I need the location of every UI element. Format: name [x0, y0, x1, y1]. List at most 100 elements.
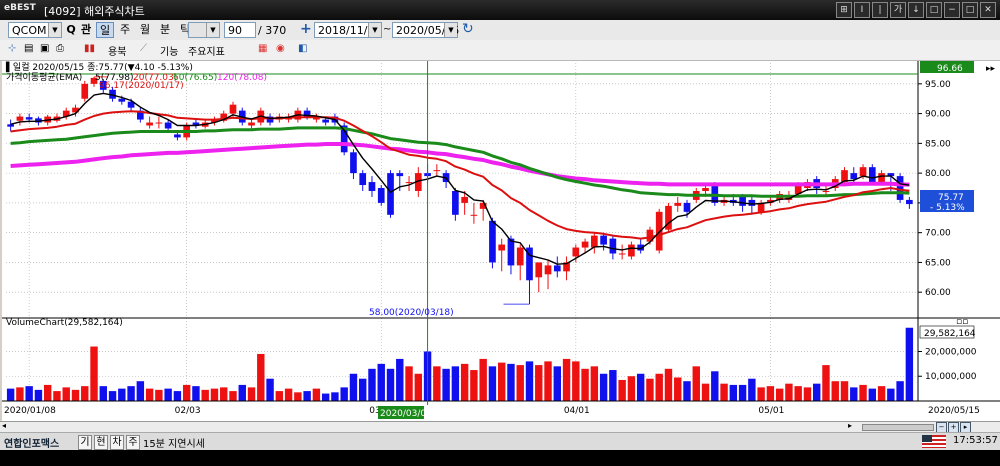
volume-bar[interactable]: [62, 387, 70, 401]
volume-bar[interactable]: [108, 391, 117, 401]
volume-bar[interactable]: [25, 386, 33, 401]
volume-bar[interactable]: [266, 378, 274, 401]
status-button-3[interactable]: 차: [110, 435, 124, 450]
volume-bar[interactable]: [164, 388, 172, 401]
volume-bar[interactable]: [562, 358, 571, 401]
window-button-3[interactable]: |: [872, 2, 888, 18]
function-menu[interactable]: 기능: [160, 43, 178, 58]
candle-body[interactable]: [859, 167, 867, 177]
volume-panel-buttons[interactable]: ▫▫: [956, 317, 968, 327]
minimize-button[interactable]: −: [944, 2, 960, 18]
window-toggle-icon[interactable]: ◧: [298, 43, 307, 54]
lookup-button[interactable]: 관: [78, 22, 94, 38]
volume-bar[interactable]: [822, 365, 830, 401]
volume-bar[interactable]: [99, 386, 107, 401]
candle-body[interactable]: [164, 122, 172, 129]
count-input[interactable]: 90: [224, 22, 256, 38]
volume-bar[interactable]: [127, 386, 135, 401]
volume-bar[interactable]: [6, 388, 15, 401]
volume-bar[interactable]: [192, 386, 200, 401]
scroll-right-icon[interactable]: ▸: [848, 421, 852, 430]
candle-body[interactable]: [553, 265, 561, 272]
volume-bar[interactable]: [386, 368, 395, 401]
volume-bar[interactable]: [850, 387, 858, 401]
volume-bar[interactable]: [794, 386, 802, 401]
volume-bar[interactable]: [173, 391, 182, 401]
volume-bar[interactable]: [220, 387, 228, 401]
candle-body[interactable]: [368, 182, 376, 191]
volume-bar[interactable]: [136, 381, 145, 401]
candle-body[interactable]: [822, 190, 830, 192]
volume-bar[interactable]: [729, 384, 738, 401]
candle-body[interactable]: [7, 124, 14, 127]
volume-bar[interactable]: [312, 388, 321, 401]
event-icon[interactable]: ◉: [276, 43, 285, 54]
candle-body[interactable]: [229, 104, 237, 114]
candle-body[interactable]: [359, 173, 367, 186]
window-button-2[interactable]: I: [854, 2, 870, 18]
indicator-menu[interactable]: 주요지표: [188, 43, 225, 58]
volume-bar[interactable]: [905, 327, 914, 401]
volume-bar[interactable]: [442, 368, 450, 401]
volume-bar[interactable]: [247, 387, 256, 401]
candle-body[interactable]: [387, 173, 394, 215]
volume-bar[interactable]: [785, 383, 793, 401]
search-icon[interactable]: Q: [64, 22, 78, 38]
window-button-1[interactable]: ⊞: [836, 2, 852, 18]
status-button-2[interactable]: 현: [94, 435, 108, 450]
volume-bar[interactable]: [507, 363, 515, 401]
candle-body[interactable]: [155, 122, 163, 124]
refresh-icon[interactable]: ↻: [462, 21, 474, 37]
volume-bar[interactable]: [896, 381, 904, 401]
candle-body[interactable]: [146, 122, 153, 126]
volume-bar[interactable]: [275, 391, 284, 401]
volume-bar[interactable]: [414, 373, 423, 401]
volume-bar[interactable]: [53, 391, 61, 401]
candle-body[interactable]: [544, 265, 552, 275]
volume-bar[interactable]: [34, 389, 43, 401]
tab-day[interactable]: 일: [96, 22, 114, 38]
volume-bar[interactable]: [627, 376, 636, 401]
volume-bar[interactable]: [535, 365, 543, 401]
volume-bar[interactable]: [868, 388, 877, 401]
candle-body[interactable]: [498, 244, 506, 251]
candle-body[interactable]: [600, 235, 607, 245]
volume-bar[interactable]: [405, 366, 413, 401]
volume-bar[interactable]: [90, 346, 98, 401]
data-icon[interactable]: ▦: [258, 43, 267, 54]
volume-bar[interactable]: [859, 384, 867, 401]
candle-body[interactable]: [470, 214, 478, 216]
end-date-dropdown[interactable]: ▼: [444, 23, 457, 37]
volume-bar[interactable]: [840, 381, 849, 401]
candle-body[interactable]: [628, 244, 635, 257]
candle-body[interactable]: [535, 262, 543, 278]
candle-body[interactable]: [377, 188, 385, 203]
save-icon[interactable]: ▣: [40, 43, 49, 54]
candle-body[interactable]: [702, 188, 709, 191]
candle-body[interactable]: [452, 190, 459, 215]
volume-bar[interactable]: [757, 387, 765, 401]
candle-body[interactable]: [118, 98, 126, 102]
volume-bar[interactable]: [396, 358, 404, 401]
volume-bar[interactable]: [692, 366, 700, 401]
status-button-1[interactable]: 기: [78, 435, 92, 450]
volume-bar[interactable]: [340, 387, 348, 401]
volume-bar[interactable]: [368, 368, 376, 401]
volume-bar[interactable]: [877, 386, 886, 401]
candle-body[interactable]: [81, 83, 89, 99]
volume-bar[interactable]: [609, 370, 617, 401]
candle-body[interactable]: [322, 119, 329, 123]
plus-icon[interactable]: +: [300, 21, 312, 37]
maximize-button[interactable]: □: [962, 2, 978, 18]
print-icon[interactable]: ⎙: [56, 43, 64, 54]
volume-bar[interactable]: [331, 392, 339, 401]
volume-bar[interactable]: [303, 391, 311, 401]
start-date-dropdown[interactable]: ▼: [368, 23, 381, 37]
start-date-input[interactable]: 2018/11/26 ▼: [314, 22, 382, 38]
volume-bar[interactable]: [775, 388, 784, 401]
volume-bar[interactable]: [887, 388, 895, 401]
volume-bar[interactable]: [433, 366, 441, 401]
volume-bar[interactable]: [646, 378, 654, 401]
volume-bar[interactable]: [451, 366, 460, 401]
end-date-input[interactable]: 2020/05/15 ▼: [392, 22, 459, 38]
